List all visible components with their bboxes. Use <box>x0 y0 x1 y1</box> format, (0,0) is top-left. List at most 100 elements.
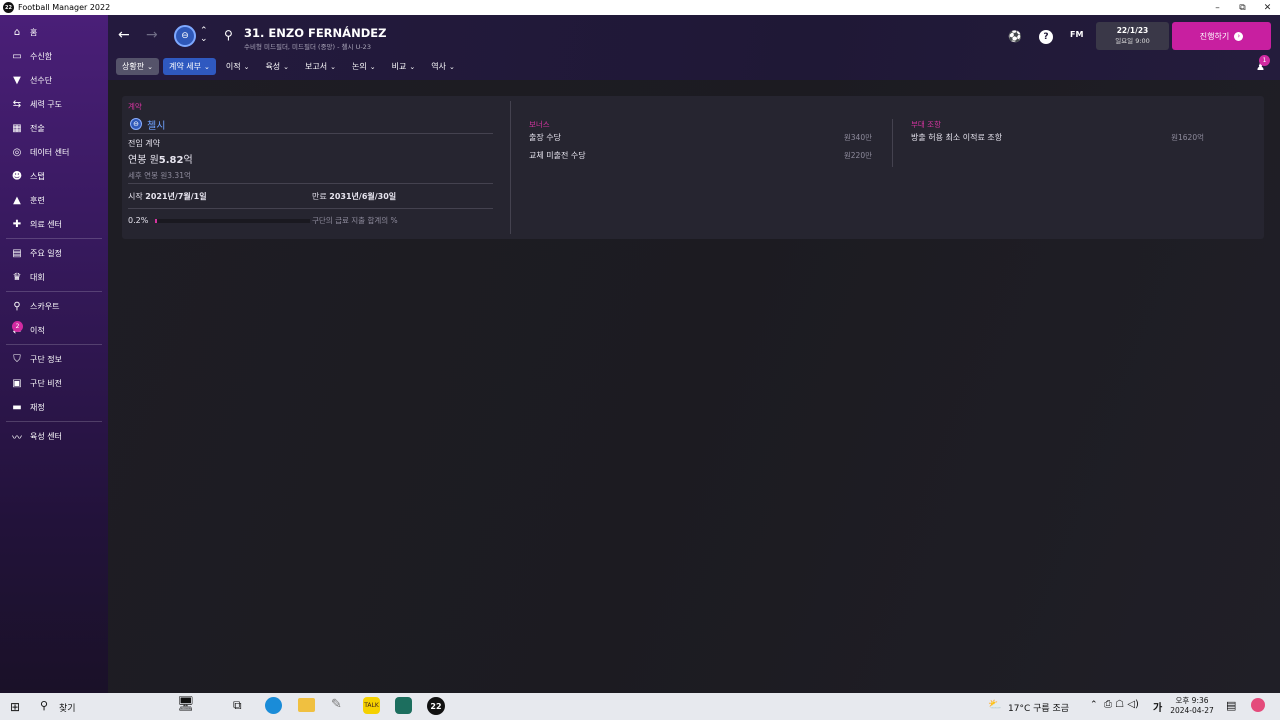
contract-type: 전임 계약 <box>128 139 160 148</box>
tab-transfer[interactable]: 이적 ⌄ <box>220 58 256 75</box>
help-icon[interactable]: ? <box>1039 30 1053 44</box>
chevron-down-icon: ⌄ <box>203 62 210 71</box>
tab-development[interactable]: 육성 ⌄ <box>259 58 295 75</box>
calendar-icon: ▤ <box>12 247 22 259</box>
ball-icon[interactable]: ⚽ <box>1008 30 1022 43</box>
divider <box>128 208 493 209</box>
tactics-icon: ▦ <box>12 122 22 134</box>
clauses-section-title: 부대 조항 <box>911 120 941 129</box>
sidebar-item-squad[interactable]: ▼ 선수단 <box>0 68 108 92</box>
player-position: 수비형 미드필더, 미드필더 (중앙) - 첼시 U-23 <box>244 43 371 51</box>
sidebar-item-club-info[interactable]: ⛉ 구단 정보 <box>0 347 108 371</box>
wage-bar-fill <box>155 219 157 223</box>
edge-browser-icon[interactable] <box>265 697 282 714</box>
sidebar-item-transfers[interactable]: ⇄2이적 <box>0 318 108 342</box>
back-arrow-icon[interactable]: ← <box>118 27 130 43</box>
tab-history[interactable]: 역사 ⌄ <box>425 58 461 75</box>
sidebar-item-medical[interactable]: ✚ 의료 센터 <box>0 212 108 236</box>
briefcase-icon: ▣ <box>12 377 22 389</box>
column-divider <box>510 101 511 234</box>
search-icon[interactable]: ⚲ <box>224 28 233 42</box>
column-divider <box>892 119 893 167</box>
notification-bell-icon[interactable]: ♟ 1 <box>1256 55 1270 73</box>
divider <box>128 183 493 184</box>
sidebar-divider <box>6 291 102 292</box>
trophy-icon: ♛ <box>12 271 22 283</box>
notification-center-icon[interactable]: ▤ <box>1226 699 1236 712</box>
dynamics-icon: ⇆ <box>12 98 22 110</box>
notification-count: 1 <box>1259 55 1270 66</box>
clock[interactable]: 오후 9:36 2024-04-27 <box>1169 696 1215 716</box>
task-view-icon[interactable]: ⧉ <box>233 698 242 713</box>
tab-reports[interactable]: 보고서 ⌄ <box>299 58 342 75</box>
maximize-button[interactable]: ⧉ <box>1230 3 1255 13</box>
club-switch-chevron-icon[interactable]: ⌃ ⌄ <box>200 27 208 44</box>
tab-overview[interactable]: 상황판 ⌄ <box>116 58 159 75</box>
close-button[interactable]: ✕ <box>1255 3 1280 13</box>
weather-label[interactable]: 17°C 구름 조금 <box>1008 701 1069 714</box>
staff-icon: ☻ <box>11 170 23 182</box>
tray-icons[interactable]: ⎙ ☖ ◁) <box>1104 699 1139 710</box>
sidebar-item-schedule[interactable]: ▤ 주요 일정 <box>0 241 108 265</box>
file-explorer-icon[interactable] <box>298 698 315 712</box>
sidebar-item-staff[interactable]: ☻ 스탭 <box>0 164 108 188</box>
contract-start: 시작 2021년/7월/1일 <box>128 192 207 201</box>
sidebar-item-training[interactable]: ▲ 훈련 <box>0 188 108 212</box>
chevron-down-icon: ⌄ <box>369 62 376 71</box>
sidebar-item-competitions[interactable]: ♛ 대회 <box>0 265 108 289</box>
clause-label: 방출 허용 최소 이적료 조항 <box>911 133 1003 142</box>
chevron-down-icon: ⌄ <box>448 62 455 71</box>
wage-bar <box>155 219 310 223</box>
sidebar-item-data-hub[interactable]: ◎ 데이터 센터 <box>0 140 108 164</box>
minimize-button[interactable]: – <box>1205 3 1230 13</box>
contract-panel: 계약 ⊖ 첼시 전임 계약 연봉 원5.82억 세후 연봉 원3.31억 시작 … <box>122 96 1264 239</box>
tab-discuss[interactable]: 논의 ⌄ <box>346 58 382 75</box>
tray-chevron-icon[interactable]: ⌃ <box>1090 700 1098 710</box>
window-titlebar: 22 Football Manager 2022 – ⧉ ✕ <box>0 0 1280 15</box>
tab-contract[interactable]: 계약 세부 ⌄ <box>162 58 216 75</box>
after-tax-salary: 세후 연봉 원3.31억 <box>128 171 191 180</box>
home-icon: ⌂ <box>13 26 21 38</box>
copilot-icon[interactable] <box>1251 698 1265 712</box>
club-link[interactable]: 첼시 <box>147 117 165 132</box>
news-widget-icon[interactable]: 🖥 <box>177 696 195 712</box>
game-date[interactable]: 22/1/23 일요일 9:00 <box>1096 22 1169 50</box>
sidebar-item-scouting[interactable]: ⚲ 스카우트 <box>0 294 108 318</box>
continue-arrow-icon: › <box>1234 31 1244 41</box>
steam-icon[interactable] <box>395 697 412 714</box>
tab-compare[interactable]: 비교 ⌄ <box>386 58 422 75</box>
window-title: Football Manager 2022 <box>18 3 111 12</box>
fm-menu-button[interactable]: FM <box>1070 30 1083 39</box>
sidebar-item-home[interactable]: ⌂ 홈 <box>0 20 108 44</box>
sidebar-item-club-vision[interactable]: ▣ 구단 비전 <box>0 371 108 395</box>
sidebar-item-tactics[interactable]: ▦ 전술 <box>0 116 108 140</box>
app-icon[interactable]: ✎ <box>331 697 342 712</box>
sidebar-divider <box>6 238 102 239</box>
sidebar-item-dev-centre[interactable]: 〰 육성 센터 <box>0 424 108 448</box>
finance-icon: ▬ <box>12 401 22 413</box>
bonus-value: 원340만 <box>843 133 872 142</box>
player-tabs: 상황판 ⌄ 계약 세부 ⌄ 이적 ⌄ 육성 ⌄ 보고서 ⌄ 논의 ⌄ 비교 ⌄ 역사 ⌄ <box>116 58 461 75</box>
windows-start-icon[interactable]: ⊞ <box>10 700 20 714</box>
kakaotalk-icon[interactable]: TALK <box>363 697 380 714</box>
ime-indicator[interactable]: 가 <box>1153 699 1162 714</box>
football-manager-icon[interactable]: 22 <box>427 697 445 715</box>
weather-icon: ⛅ <box>988 698 1002 711</box>
search-icon[interactable]: ⚲ <box>40 699 48 712</box>
sidebar: ⌂ 홈 ▭ 수신함 ▼ 선수단 ⇆ 세력 구도 ▦ 전술 ◎ 데이터 센터 ☻ 스탭 ▲ 훈련 … <box>0 15 108 693</box>
sidebar-item-dynamics[interactable]: ⇆ 세력 구도 <box>0 92 108 116</box>
main-content: 계약 ⊖ 첼시 전임 계약 연봉 원5.82억 세후 연봉 원3.31억 시작 … <box>108 80 1280 693</box>
day-time-label: 일요일 9:00 <box>1115 37 1150 45</box>
continue-button[interactable]: 진행하기 › <box>1172 22 1271 50</box>
sidebar-item-finances[interactable]: ▬ 재정 <box>0 395 108 419</box>
bonus-value: 원220만 <box>843 151 872 160</box>
club-badge-icon[interactable]: ⊖ <box>174 25 196 47</box>
taskbar-search-label[interactable]: 찾기 <box>59 701 76 714</box>
app-icon: 22 <box>3 2 14 13</box>
bonus-label: 출장 수당 <box>529 133 561 142</box>
sidebar-item-inbox[interactable]: ▭ 수신함 <box>0 44 108 68</box>
sidebar-divider <box>6 344 102 345</box>
wage-percent-desc: 구단의 급료 지출 합계의 % <box>312 216 398 225</box>
forward-arrow-icon[interactable]: → <box>146 27 158 43</box>
transfer-badge: 2 <box>12 321 23 332</box>
